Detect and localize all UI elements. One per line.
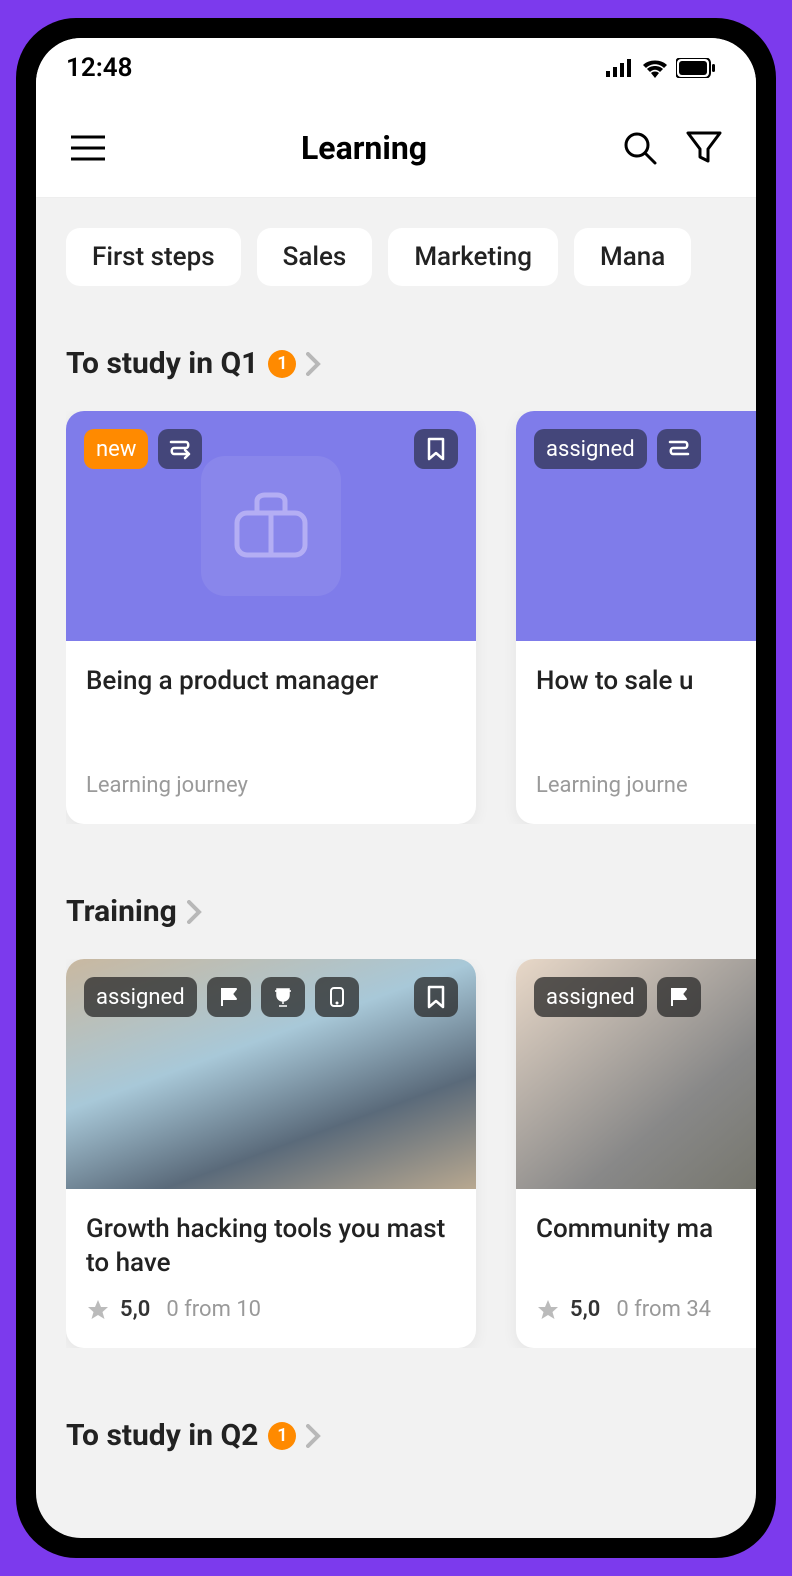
chip-marketing[interactable]: Marketing <box>388 228 558 286</box>
card-title: How to sale u <box>536 665 756 733</box>
trophy-badge <box>261 977 305 1017</box>
path-icon <box>667 438 691 460</box>
training-card[interactable]: assigned Community ma 5,0 0 from 34 <box>516 959 756 1348</box>
trophy-icon <box>272 986 294 1008</box>
device-screen: 12:48 Learning <box>36 38 756 1538</box>
card-subtitle: Learning journey <box>86 773 456 798</box>
card-body: Being a product manager Learning journey <box>66 641 476 824</box>
filter-icon <box>686 131 722 165</box>
status-bar: 12:48 <box>36 38 756 98</box>
chip-management[interactable]: Mana <box>574 228 691 286</box>
chip-sales[interactable]: Sales <box>257 228 373 286</box>
card-title: Growth hacking tools you mast to have <box>86 1213 456 1281</box>
section-header-training[interactable]: Training <box>66 894 756 929</box>
card-body: How to sale u Learning journe <box>516 641 756 824</box>
card-meta: 5,0 0 from 34 <box>536 1297 756 1322</box>
section-header-q2[interactable]: To study in Q2 1 <box>66 1418 756 1453</box>
course-card[interactable]: assigned How to sale u Learning journe <box>516 411 756 824</box>
card-title: Community ma <box>536 1213 756 1281</box>
section-header-q1[interactable]: To study in Q1 1 <box>66 346 756 381</box>
card-cover: assigned <box>516 411 756 641</box>
flag-badge <box>207 977 251 1017</box>
card-cover: assigned <box>66 959 476 1189</box>
journey-icon-badge <box>657 429 701 469</box>
progress-text: 0 from 10 <box>166 1297 261 1322</box>
search-button[interactable] <box>618 126 662 170</box>
badge-new: new <box>84 429 148 469</box>
status-icons <box>606 58 716 78</box>
menu-button[interactable] <box>66 126 110 170</box>
card-cover: assigned <box>516 959 756 1189</box>
bookmark-button[interactable] <box>414 429 458 469</box>
section-title-q1: To study in Q1 <box>66 346 258 381</box>
card-row-training[interactable]: assigned <box>66 959 756 1348</box>
training-card[interactable]: assigned <box>66 959 476 1348</box>
filter-button[interactable] <box>682 126 726 170</box>
status-time: 12:48 <box>66 53 133 83</box>
cellular-icon <box>606 59 634 77</box>
journey-icon-badge <box>158 429 202 469</box>
path-icon <box>168 438 192 460</box>
card-meta: 5,0 0 from 10 <box>86 1297 456 1322</box>
page-title: Learning <box>110 129 618 167</box>
mobile-badge <box>315 977 359 1017</box>
star-icon <box>536 1298 560 1322</box>
nav-bar: Learning <box>36 98 756 198</box>
flag-icon <box>669 986 689 1008</box>
card-title: Being a product manager <box>86 665 456 733</box>
badge-count-q1: 1 <box>268 350 296 378</box>
course-card[interactable]: new <box>66 411 476 824</box>
category-chips[interactable]: First steps Sales Marketing Mana <box>66 228 756 286</box>
star-icon <box>86 1298 110 1322</box>
rating-value: 5,0 <box>120 1297 150 1322</box>
section-title-training: Training <box>66 894 177 929</box>
rating-value: 5,0 <box>570 1297 600 1322</box>
bookmark-icon <box>427 437 445 461</box>
battery-icon <box>676 58 716 78</box>
hamburger-icon <box>71 135 105 161</box>
badge-assigned: assigned <box>534 429 647 469</box>
card-cover: new <box>66 411 476 641</box>
card-row-q1[interactable]: new <box>66 411 756 824</box>
chevron-right-icon <box>306 352 322 376</box>
flag-icon <box>219 986 239 1008</box>
progress-text: 0 from 34 <box>616 1297 711 1322</box>
search-icon <box>622 130 658 166</box>
briefcase-icon <box>231 491 311 561</box>
card-body: Community ma 5,0 0 from 34 <box>516 1189 756 1348</box>
device-frame: 12:48 Learning <box>16 18 776 1558</box>
badge-count-q2: 1 <box>268 1422 296 1450</box>
badge-assigned: assigned <box>534 977 647 1017</box>
card-subtitle: Learning journe <box>536 773 756 798</box>
chevron-right-icon <box>306 1424 322 1448</box>
badge-assigned: assigned <box>84 977 197 1017</box>
card-body: Growth hacking tools you mast to have 5,… <box>66 1189 476 1348</box>
bookmark-button[interactable] <box>414 977 458 1017</box>
chip-first-steps[interactable]: First steps <box>66 228 241 286</box>
chevron-right-icon <box>187 900 203 924</box>
flag-badge <box>657 977 701 1017</box>
bookmark-icon <box>427 985 445 1009</box>
cover-illustration <box>201 456 341 596</box>
wifi-icon <box>642 58 668 78</box>
mobile-icon <box>329 986 345 1008</box>
section-title-q2: To study in Q2 <box>66 1418 258 1453</box>
content-area: First steps Sales Marketing Mana To stud… <box>36 198 756 1513</box>
